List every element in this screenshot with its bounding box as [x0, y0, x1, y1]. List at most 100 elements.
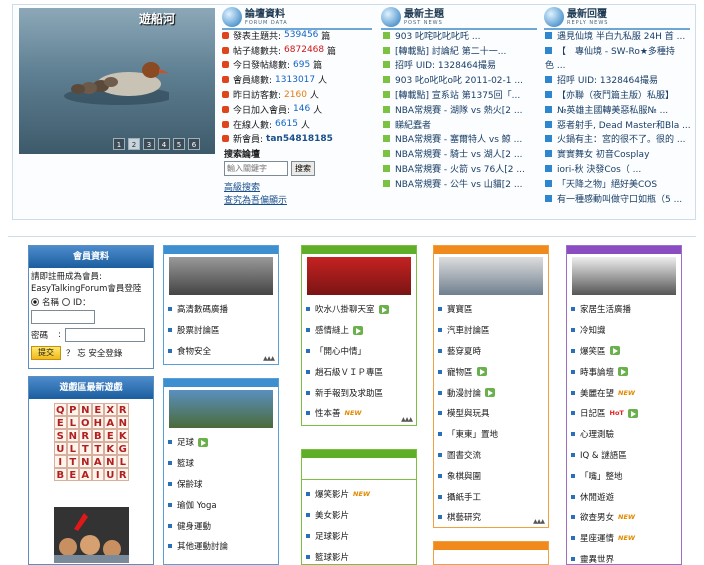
reply-link[interactable]: 遇見仙境 半白九私服 24H 首 ...	[545, 28, 690, 43]
reply-link[interactable]: 惡者射手, Dead Master和Bla ...	[545, 117, 690, 132]
forum-link[interactable]: 家居生活廣播	[571, 299, 681, 320]
forum-link[interactable]: 籃球影片	[306, 546, 416, 565]
forum-link[interactable]: 汽車討論區	[438, 320, 548, 341]
grid-letter: T	[66, 455, 79, 468]
topic-link[interactable]: NBA常規賽 - 湖隊 vs 熱火[2 ...	[383, 102, 533, 117]
topic-link[interactable]: [轉載點] 討論紀 第二十一...	[383, 43, 533, 58]
password-field[interactable]	[64, 328, 145, 342]
forum-link[interactable]: 休閒遊遊	[571, 486, 681, 507]
more-arrows-icon[interactable]: ▲▲▲	[401, 416, 413, 423]
slide-dot[interactable]: 1	[113, 138, 125, 150]
forum-link[interactable]: 棋藝研究	[438, 507, 548, 528]
topic-link[interactable]: 903 叱咤叱叱叱吒 ...	[383, 28, 533, 43]
forum-link[interactable]: 寵物區	[438, 361, 548, 382]
more-arrows-icon[interactable]: ▲▲▲	[263, 355, 275, 362]
forum-link[interactable]: 攝紙手工	[438, 486, 548, 507]
reply-title: 遇見仙境 半白九私服 24H 首 ...	[557, 31, 686, 42]
topic-link[interactable]: NBA常規賽 - 騎士 vs 湖人[2 ...	[383, 146, 533, 161]
forum-link[interactable]: 足球	[168, 432, 278, 453]
reply-link[interactable]: 火鍋有主：宮的很不了。很的 ...	[545, 132, 690, 147]
category-color-bar	[164, 246, 278, 254]
grid-letter: R	[116, 403, 129, 416]
forum-link[interactable]: 美麗在望 NEW	[571, 382, 681, 403]
forum-link[interactable]: 高清數碼廣播	[168, 299, 278, 320]
forum-link[interactable]: 動漫討論	[438, 382, 548, 403]
login-button[interactable]: 提交	[31, 346, 61, 360]
reply-link[interactable]: 色 ...	[545, 58, 690, 73]
topic-link[interactable]: [轉載點] 宣系站 第1375回「...	[383, 87, 533, 102]
latest-topics-subtitle: POST NEWS	[404, 19, 443, 26]
slide-dot[interactable]: 3	[143, 138, 155, 150]
stat-row: 今日發帖總數: 695 篇	[222, 58, 372, 73]
globe-icon	[222, 7, 242, 27]
topic-link[interactable]: 睇紀蠢者	[383, 117, 533, 132]
forum-link[interactable]: 象棋與圍	[438, 465, 548, 486]
reply-link[interactable]: iori-秋 決發Cos（ ...	[545, 161, 690, 176]
forum-link[interactable]: 「東東」置地	[438, 424, 548, 445]
forum-link[interactable]: 足球影片	[306, 526, 416, 547]
forum-link[interactable]: 星座運情 NEW	[571, 528, 681, 549]
forum-link[interactable]: 股票討論區	[168, 320, 278, 341]
reply-link[interactable]: 有一種感動叫做守口如瓶（5 ...	[545, 191, 690, 206]
forum-link[interactable]: 瑜伽 Yoga	[168, 494, 278, 515]
topic-title: 招呼 UID: 1328464撮易	[395, 61, 497, 72]
forum-link[interactable]: 食物安全	[168, 341, 278, 362]
forum-link[interactable]: 寶寶區	[438, 299, 548, 320]
forum-link[interactable]: 爆笑影片 NEW	[306, 484, 416, 505]
username-field[interactable]	[31, 310, 95, 324]
forum-link[interactable]: 爆笑區	[571, 341, 681, 362]
reply-link[interactable]: 招呼 UID: 1328464撮易	[545, 72, 690, 87]
forum-link[interactable]: 「開心中情」	[306, 341, 416, 362]
forum-link[interactable]: 籃球	[168, 453, 278, 474]
grid-letter: A	[79, 468, 92, 481]
safe-login-link[interactable]: ？ 忘 安全登錄	[66, 347, 122, 359]
forum-link[interactable]: 靈異世界	[571, 549, 681, 565]
id-radio[interactable]	[62, 298, 71, 306]
new-badge: NEW	[344, 409, 362, 418]
search-button[interactable]: 搜索	[291, 161, 315, 176]
reply-link[interactable]: 【 專仙境 - SW-Ro★多種持	[545, 43, 690, 58]
topic-link[interactable]: NBA常規賽 - 公牛 vs 山貓[2 ...	[383, 176, 533, 191]
game-box-title: 遊戲區最新遊戲	[29, 377, 153, 399]
reply-link[interactable]: 實實舞女 初音Cosplay	[545, 146, 690, 161]
stat-value: 146	[293, 104, 311, 115]
forum-link[interactable]: 性本善 NEW	[306, 403, 416, 424]
forum-link[interactable]: IQ & 謎語區	[571, 445, 681, 466]
forum-link[interactable]: 感情縫上	[306, 320, 416, 341]
forum-link[interactable]: 「嘴」整地	[571, 465, 681, 486]
topic-link[interactable]: 招呼 UID: 1328464撮易	[383, 58, 533, 73]
forum-link[interactable]: 吹水八掛聊天室	[306, 299, 416, 320]
forum-link[interactable]: 心理測驗	[571, 424, 681, 445]
forum-link[interactable]: 時事論壇	[571, 361, 681, 382]
forum-link[interactable]: 健身運動	[168, 515, 278, 536]
newest-member-link[interactable]: tan54818185	[266, 134, 333, 144]
search-input[interactable]	[224, 161, 288, 176]
slide-dot[interactable]: 2	[128, 138, 140, 150]
forum-link[interactable]: 冷知識	[571, 320, 681, 341]
forum-link[interactable]: 美女影片	[306, 505, 416, 526]
topic-link[interactable]: NBA常規賽 - 火箭 vs 76人[2 ...	[383, 161, 533, 176]
slide-dot[interactable]: 4	[158, 138, 170, 150]
reply-link[interactable]: 「天降之物」絕好美COS	[545, 176, 690, 191]
advanced-search-link[interactable]: 高級搜索	[224, 180, 260, 193]
reply-link[interactable]: №英雄主國轉美惡私服№ ...	[545, 102, 690, 117]
slide-dot[interactable]: 5	[173, 138, 185, 150]
topic-link[interactable]: 903 叱o叱叱o叱 2011-02-1 ...	[383, 72, 533, 87]
topic-link[interactable]: NBA常規賽 - 塞爾特人 vs 鯨 ...	[383, 132, 533, 147]
reply-link[interactable]: 【亦聯（夜鬥篇主版）私服】	[545, 87, 690, 102]
forum-link[interactable]: 欲查男女 NEW	[571, 507, 681, 528]
forum-link[interactable]: 日記區 HoT	[571, 403, 681, 424]
search-help-link[interactable]: 查究為吾偏顯示	[224, 193, 287, 206]
more-arrows-icon[interactable]: ▲▲▲	[533, 518, 545, 525]
forum-link[interactable]: 新手報到及求助區	[306, 382, 416, 403]
forum-link[interactable]: 圖書交流	[438, 445, 548, 466]
slide-dot[interactable]: 6	[188, 138, 200, 150]
forum-link[interactable]: 其他運動討論	[168, 536, 278, 557]
forum-link[interactable]: 趙石級ＶＩＰ專區	[306, 361, 416, 382]
forum-link[interactable]: 模型與玩具	[438, 403, 548, 424]
game-thumbnail[interactable]: QPNEXRELOHANSNRBEKULTTKGITNANLBEAIUR	[54, 403, 129, 563]
forum-link[interactable]: 藝穿夏時	[438, 341, 548, 362]
featured-slideshow[interactable]: 遊船河 1 2 3 4 5 6	[19, 8, 215, 154]
forum-link[interactable]: 保齡球	[168, 474, 278, 495]
name-radio[interactable]	[31, 298, 39, 306]
